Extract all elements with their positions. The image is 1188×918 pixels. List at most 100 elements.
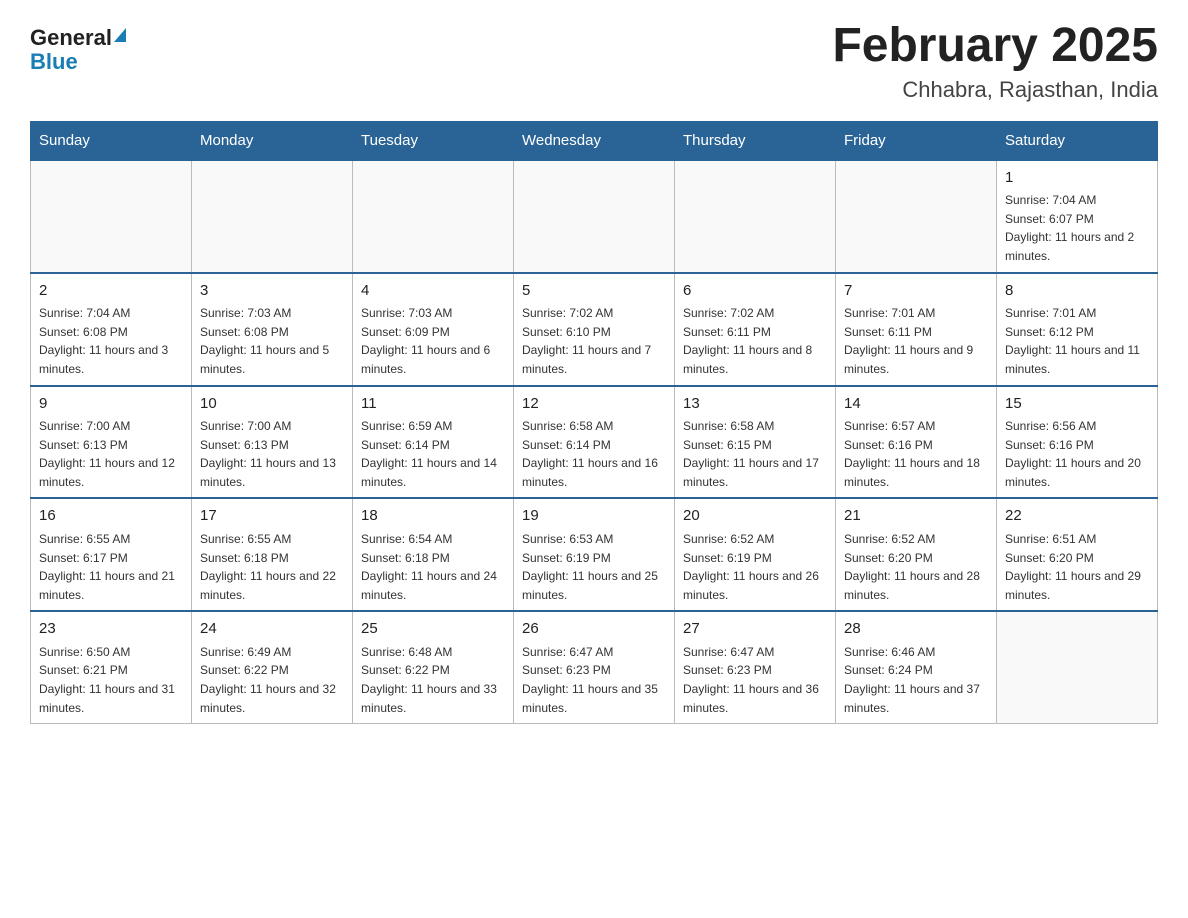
- day-info: Sunrise: 6:55 AM Sunset: 6:17 PM Dayligh…: [39, 530, 183, 604]
- calendar-cell: 12Sunrise: 6:58 AM Sunset: 6:14 PM Dayli…: [514, 386, 675, 499]
- calendar-week-row: 2Sunrise: 7:04 AM Sunset: 6:08 PM Daylig…: [31, 273, 1158, 386]
- calendar-title: February 2025: [832, 20, 1158, 73]
- calendar-cell: 3Sunrise: 7:03 AM Sunset: 6:08 PM Daylig…: [192, 273, 353, 386]
- day-number: 19: [522, 505, 666, 528]
- calendar-week-row: 16Sunrise: 6:55 AM Sunset: 6:17 PM Dayli…: [31, 498, 1158, 611]
- day-info: Sunrise: 6:49 AM Sunset: 6:22 PM Dayligh…: [200, 643, 344, 717]
- day-number: 14: [844, 393, 988, 416]
- calendar-cell: 15Sunrise: 6:56 AM Sunset: 6:16 PM Dayli…: [997, 386, 1158, 499]
- calendar-cell: 27Sunrise: 6:47 AM Sunset: 6:23 PM Dayli…: [675, 611, 836, 723]
- day-number: 3: [200, 280, 344, 303]
- calendar-cell: 16Sunrise: 6:55 AM Sunset: 6:17 PM Dayli…: [31, 498, 192, 611]
- calendar-cell: [836, 160, 997, 273]
- calendar-cell: 1Sunrise: 7:04 AM Sunset: 6:07 PM Daylig…: [997, 160, 1158, 273]
- day-number: 26: [522, 618, 666, 641]
- calendar-cell: 22Sunrise: 6:51 AM Sunset: 6:20 PM Dayli…: [997, 498, 1158, 611]
- calendar-cell: 11Sunrise: 6:59 AM Sunset: 6:14 PM Dayli…: [353, 386, 514, 499]
- day-info: Sunrise: 6:51 AM Sunset: 6:20 PM Dayligh…: [1005, 530, 1149, 604]
- calendar-cell: 19Sunrise: 6:53 AM Sunset: 6:19 PM Dayli…: [514, 498, 675, 611]
- day-number: 13: [683, 393, 827, 416]
- calendar-cell: 17Sunrise: 6:55 AM Sunset: 6:18 PM Dayli…: [192, 498, 353, 611]
- day-number: 27: [683, 618, 827, 641]
- day-info: Sunrise: 6:54 AM Sunset: 6:18 PM Dayligh…: [361, 530, 505, 604]
- calendar-cell: 13Sunrise: 6:58 AM Sunset: 6:15 PM Dayli…: [675, 386, 836, 499]
- logo-blue: Blue: [30, 50, 78, 74]
- day-number: 23: [39, 618, 183, 641]
- day-info: Sunrise: 7:02 AM Sunset: 6:10 PM Dayligh…: [522, 304, 666, 378]
- logo-arrow-icon: [114, 28, 126, 42]
- calendar-cell: 25Sunrise: 6:48 AM Sunset: 6:22 PM Dayli…: [353, 611, 514, 723]
- day-number: 15: [1005, 393, 1149, 416]
- calendar-cell: 14Sunrise: 6:57 AM Sunset: 6:16 PM Dayli…: [836, 386, 997, 499]
- calendar-cell: 5Sunrise: 7:02 AM Sunset: 6:10 PM Daylig…: [514, 273, 675, 386]
- day-info: Sunrise: 6:46 AM Sunset: 6:24 PM Dayligh…: [844, 643, 988, 717]
- calendar-cell: 4Sunrise: 7:03 AM Sunset: 6:09 PM Daylig…: [353, 273, 514, 386]
- calendar-cell: 26Sunrise: 6:47 AM Sunset: 6:23 PM Dayli…: [514, 611, 675, 723]
- day-number: 17: [200, 505, 344, 528]
- day-number: 4: [361, 280, 505, 303]
- weekday-header-sunday: Sunday: [31, 121, 192, 160]
- day-info: Sunrise: 6:55 AM Sunset: 6:18 PM Dayligh…: [200, 530, 344, 604]
- calendar-cell: 28Sunrise: 6:46 AM Sunset: 6:24 PM Dayli…: [836, 611, 997, 723]
- day-number: 12: [522, 393, 666, 416]
- day-number: 22: [1005, 505, 1149, 528]
- day-number: 24: [200, 618, 344, 641]
- day-info: Sunrise: 6:57 AM Sunset: 6:16 PM Dayligh…: [844, 417, 988, 491]
- day-info: Sunrise: 6:52 AM Sunset: 6:19 PM Dayligh…: [683, 530, 827, 604]
- calendar-cell: 21Sunrise: 6:52 AM Sunset: 6:20 PM Dayli…: [836, 498, 997, 611]
- weekday-header-saturday: Saturday: [997, 121, 1158, 160]
- day-info: Sunrise: 7:02 AM Sunset: 6:11 PM Dayligh…: [683, 304, 827, 378]
- day-info: Sunrise: 6:58 AM Sunset: 6:14 PM Dayligh…: [522, 417, 666, 491]
- calendar-cell: [31, 160, 192, 273]
- calendar-cell: 2Sunrise: 7:04 AM Sunset: 6:08 PM Daylig…: [31, 273, 192, 386]
- day-number: 8: [1005, 280, 1149, 303]
- weekday-header-row: SundayMondayTuesdayWednesdayThursdayFrid…: [31, 121, 1158, 160]
- weekday-header-tuesday: Tuesday: [353, 121, 514, 160]
- day-number: 21: [844, 505, 988, 528]
- day-info: Sunrise: 6:56 AM Sunset: 6:16 PM Dayligh…: [1005, 417, 1149, 491]
- calendar-cell: 10Sunrise: 7:00 AM Sunset: 6:13 PM Dayli…: [192, 386, 353, 499]
- day-number: 5: [522, 280, 666, 303]
- calendar-cell: 18Sunrise: 6:54 AM Sunset: 6:18 PM Dayli…: [353, 498, 514, 611]
- calendar-header: SundayMondayTuesdayWednesdayThursdayFrid…: [31, 121, 1158, 160]
- day-number: 6: [683, 280, 827, 303]
- calendar-cell: 23Sunrise: 6:50 AM Sunset: 6:21 PM Dayli…: [31, 611, 192, 723]
- calendar-subtitle: Chhabra, Rajasthan, India: [832, 77, 1158, 103]
- day-info: Sunrise: 7:01 AM Sunset: 6:12 PM Dayligh…: [1005, 304, 1149, 378]
- day-info: Sunrise: 7:04 AM Sunset: 6:07 PM Dayligh…: [1005, 191, 1149, 265]
- weekday-header-thursday: Thursday: [675, 121, 836, 160]
- day-number: 2: [39, 280, 183, 303]
- calendar-cell: 9Sunrise: 7:00 AM Sunset: 6:13 PM Daylig…: [31, 386, 192, 499]
- day-info: Sunrise: 6:52 AM Sunset: 6:20 PM Dayligh…: [844, 530, 988, 604]
- day-info: Sunrise: 6:59 AM Sunset: 6:14 PM Dayligh…: [361, 417, 505, 491]
- calendar-week-row: 1Sunrise: 7:04 AM Sunset: 6:07 PM Daylig…: [31, 160, 1158, 273]
- weekday-header-wednesday: Wednesday: [514, 121, 675, 160]
- calendar-week-row: 23Sunrise: 6:50 AM Sunset: 6:21 PM Dayli…: [31, 611, 1158, 723]
- day-info: Sunrise: 7:00 AM Sunset: 6:13 PM Dayligh…: [200, 417, 344, 491]
- day-number: 16: [39, 505, 183, 528]
- day-number: 10: [200, 393, 344, 416]
- calendar-cell: 24Sunrise: 6:49 AM Sunset: 6:22 PM Dayli…: [192, 611, 353, 723]
- day-number: 18: [361, 505, 505, 528]
- day-info: Sunrise: 7:00 AM Sunset: 6:13 PM Dayligh…: [39, 417, 183, 491]
- day-info: Sunrise: 6:50 AM Sunset: 6:21 PM Dayligh…: [39, 643, 183, 717]
- day-info: Sunrise: 6:47 AM Sunset: 6:23 PM Dayligh…: [522, 643, 666, 717]
- day-number: 20: [683, 505, 827, 528]
- calendar-cell: [192, 160, 353, 273]
- day-info: Sunrise: 7:03 AM Sunset: 6:08 PM Dayligh…: [200, 304, 344, 378]
- day-info: Sunrise: 6:53 AM Sunset: 6:19 PM Dayligh…: [522, 530, 666, 604]
- day-number: 7: [844, 280, 988, 303]
- calendar-cell: [353, 160, 514, 273]
- day-number: 25: [361, 618, 505, 641]
- calendar-week-row: 9Sunrise: 7:00 AM Sunset: 6:13 PM Daylig…: [31, 386, 1158, 499]
- weekday-header-monday: Monday: [192, 121, 353, 160]
- calendar-cell: 6Sunrise: 7:02 AM Sunset: 6:11 PM Daylig…: [675, 273, 836, 386]
- calendar-cell: 20Sunrise: 6:52 AM Sunset: 6:19 PM Dayli…: [675, 498, 836, 611]
- day-number: 1: [1005, 167, 1149, 190]
- day-number: 11: [361, 393, 505, 416]
- logo: General Blue: [30, 26, 126, 74]
- day-info: Sunrise: 6:47 AM Sunset: 6:23 PM Dayligh…: [683, 643, 827, 717]
- calendar-cell: [514, 160, 675, 273]
- calendar-cell: 8Sunrise: 7:01 AM Sunset: 6:12 PM Daylig…: [997, 273, 1158, 386]
- calendar-body: 1Sunrise: 7:04 AM Sunset: 6:07 PM Daylig…: [31, 160, 1158, 724]
